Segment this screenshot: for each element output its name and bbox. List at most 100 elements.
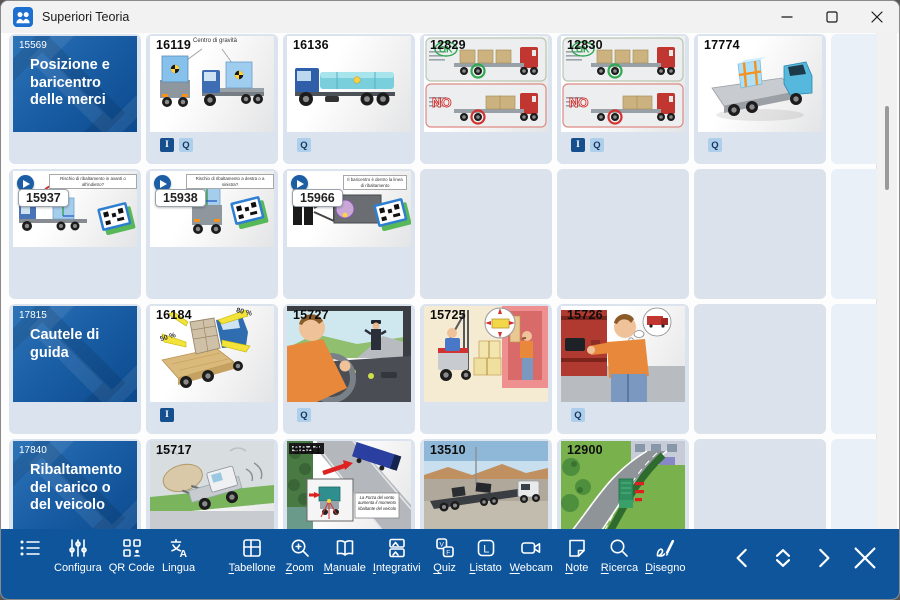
card-17815[interactable]: 17815 Cautele di guida [9,304,141,434]
toolbar-tabellone[interactable]: Tabellone [229,536,276,574]
book-icon [333,536,357,560]
previous-button[interactable] [727,545,759,571]
card-image: 12900 [561,441,685,536]
titlebar: Superiori Teoria [1,1,899,33]
card-image: 15717 [150,441,274,536]
pen-icon [653,536,677,560]
card-15725[interactable]: 15725 [420,304,552,434]
toolbar-label: Note [565,562,588,574]
content-area: 15569 Posizione e baricentro delle merci… [1,33,899,536]
badge-row: Q [708,138,722,152]
card-number: 15569 [13,36,137,51]
listato-icon: L [474,536,498,560]
toolbar-label: Ricerca [601,562,638,574]
category-title: Cautele di guida [13,321,137,362]
minimize-button[interactable] [764,1,809,33]
note-icon [565,536,589,560]
card-15937[interactable]: Rischio di ribaltamento in avanti o all'… [9,169,141,299]
scrollbar-thumb[interactable] [885,106,889,190]
toolbar-manuale[interactable]: Manuale [324,536,366,574]
toolbar-lingua[interactable]: A Lingua [162,536,196,574]
card-15717[interactable]: 15717 [146,439,278,536]
category-title: Ribaltamento del carico o del veicolo [13,456,137,515]
window-controls [764,1,899,33]
card-number: 12830 [567,38,603,52]
app-window: Superiori Teoria 15569 Posizione e baric… [0,0,900,600]
toolbar-listato[interactable]: L Listato [469,536,503,574]
card-12830[interactable]: OK NO12830IQ [557,34,689,164]
video-caption: Rischio di ribaltamento a destra o a sin… [186,174,274,189]
image-caption: Centro di gravità [182,38,248,44]
card-16184[interactable]: 50 % 80 %16184I [146,304,278,434]
card-12900[interactable]: 12900 [557,439,689,536]
card-number: 9841 [293,443,322,457]
card-image: 16136 [287,36,411,132]
category-title: Posizione e baricentro delle merci [13,51,137,110]
card-17840[interactable]: 17840 Ribaltamento del carico o del veic… [9,439,141,536]
toolbar-label: Tabellone [229,562,276,574]
badge-q: Q [590,138,604,152]
toolbar-integrativi[interactable]: Integrativi [373,536,421,574]
card-15569[interactable]: 15569 Posizione e baricentro delle merci [9,34,141,164]
svg-text:NO: NO [569,95,589,110]
chevL-icon [730,545,756,571]
toolbar-configura[interactable]: Configura [54,536,102,574]
toolbar-qr-code[interactable]: QR Code [109,536,155,574]
card-number: 13510 [430,443,466,457]
card-16136[interactable]: 16136 Q [283,34,415,164]
toolbar-label: Integrativi [373,562,421,574]
card-15727[interactable]: 15727Q [283,304,415,434]
empty-cell [694,169,826,299]
toolbar-label: Listato [469,562,501,574]
card-12829[interactable]: OK NO12829 [420,34,552,164]
card-17774[interactable]: 17774Q [694,34,826,164]
toolbar-disegno[interactable]: Disegno [645,536,685,574]
svg-text:L: L [483,543,489,555]
empty-cell [420,169,552,299]
toolbar-quiz[interactable]: V FQuiz [428,536,462,574]
close-board-button[interactable] [847,543,883,573]
qr-icon [120,536,144,560]
toolbar-list[interactable] [13,536,47,560]
video-caption: Il baricentro è dentro la linea di ribal… [343,175,407,190]
card-image: La Forza del vento aumenta il momento ri… [287,441,411,536]
closeX-icon [850,543,880,573]
partial-cell [831,304,877,434]
card-9841[interactable]: La Forza del vento aumenta il momento ri… [283,439,415,536]
card-15966[interactable]: Il baricentro è dentro la linea di ribal… [283,169,415,299]
toolbar-nav [727,536,883,580]
toolbar-label: Configura [54,562,102,574]
next-button[interactable] [807,545,839,571]
toolbar-note[interactable]: Note [560,536,594,574]
toolbar-ricerca[interactable]: Ricerca [601,536,638,574]
card-number: 15725 [430,308,466,322]
card-image: 15726 [561,306,685,402]
card-number: 15966 [292,189,343,207]
scroll-pages-button[interactable] [767,545,799,571]
toolbar-webcam[interactable]: Webcam [510,536,553,574]
badge-row: Q [297,408,311,422]
card-15726[interactable]: 15726Q [557,304,689,434]
updown-icon [770,545,796,571]
lingua-icon: A [167,536,191,560]
badge-q: Q [297,408,311,422]
card-13510[interactable]: 13510 [420,439,552,536]
badge-row: IQ [160,138,193,152]
scrollbar-track[interactable] [876,33,897,536]
badge-row: Q [297,138,311,152]
card-image: Rischio di ribaltamento a destra o a sin… [150,171,274,247]
maximize-button[interactable] [809,1,854,33]
toolbar-zoom[interactable]: Zoom [283,536,317,574]
toolbar-label: Lingua [162,562,195,574]
toolbar-label: Quiz [433,562,456,574]
toolbar-label: Zoom [286,562,314,574]
close-button[interactable] [854,1,899,33]
badge-row: IQ [571,138,604,152]
card-16119[interactable]: Centro di gravità16119IQ [146,34,278,164]
card-number: 15726 [567,308,603,322]
inset-caption: La Forza del vento aumenta il momento ri… [356,495,398,511]
card-number: 16184 [156,308,192,322]
card-number: 12829 [430,38,466,52]
card-15938[interactable]: Rischio di ribaltamento a destra o a sin… [146,169,278,299]
card-image: Il baricentro è dentro la linea di ribal… [287,171,411,247]
